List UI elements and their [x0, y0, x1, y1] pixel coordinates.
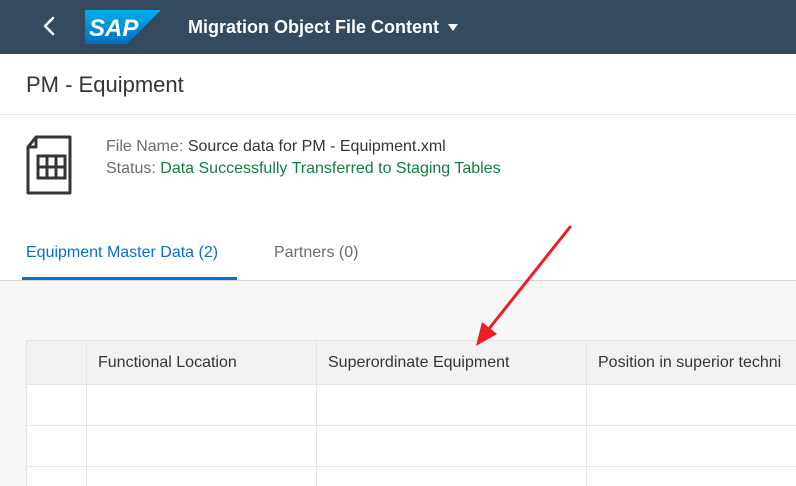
back-chevron-icon: [43, 16, 55, 36]
table-cell: [86, 425, 317, 467]
selection-column-header[interactable]: [26, 340, 87, 385]
table-row[interactable]: [26, 384, 796, 426]
table-cell: [316, 466, 587, 486]
data-table: Functional Location Superordinate Equipm…: [26, 340, 796, 486]
sap-logo[interactable]: SAP: [85, 10, 161, 44]
header-divider: [0, 114, 796, 115]
file-name-label: File Name:: [106, 138, 184, 155]
row-selector[interactable]: [26, 425, 87, 467]
app-title: Migration Object File Content: [188, 16, 439, 37]
tab-partners[interactable]: Partners (0): [274, 244, 358, 262]
table-header-row: Functional Location Superordinate Equipm…: [26, 340, 796, 385]
tab-bar: Equipment Master Data (2) Partners (0): [0, 236, 796, 281]
table-cell: [316, 425, 587, 467]
file-name-row: File Name: Source data for PM - Equipmen…: [106, 136, 501, 158]
row-selector[interactable]: [26, 466, 87, 486]
file-info: File Name: Source data for PM - Equipmen…: [106, 136, 501, 180]
table-cell: [586, 425, 796, 467]
back-button[interactable]: [34, 10, 64, 42]
status-row: Status: Data Successfully Transferred to…: [106, 158, 501, 180]
tab-equipment-master-data[interactable]: Equipment Master Data (2): [26, 244, 218, 262]
table-cell: [586, 466, 796, 486]
file-name-value: Source data for PM - Equipment.xml: [187, 138, 446, 155]
app-title-menu[interactable]: Migration Object File Content: [188, 14, 458, 40]
table-cell: [586, 384, 796, 426]
table-cell: [86, 384, 317, 426]
shell-bar: SAP Migration Object File Content: [0, 0, 796, 54]
column-header-functional-location[interactable]: Functional Location: [86, 340, 317, 385]
status-value: Data Successfully Transferred to Staging…: [160, 160, 501, 177]
caret-down-icon: [448, 23, 458, 31]
table-cell: [86, 466, 317, 486]
logo-text: SAP: [89, 15, 139, 42]
row-selector[interactable]: [26, 384, 87, 426]
table-row[interactable]: [26, 466, 796, 486]
table-cell: [316, 384, 587, 426]
page-title: PM - Equipment: [26, 72, 184, 97]
spreadsheet-file-icon: [26, 135, 72, 195]
column-header-superordinate-equipment[interactable]: Superordinate Equipment: [316, 340, 587, 385]
table-row[interactable]: [26, 425, 796, 467]
status-label: Status:: [106, 160, 156, 177]
column-header-position-in-superior[interactable]: Position in superior techni: [586, 340, 796, 385]
